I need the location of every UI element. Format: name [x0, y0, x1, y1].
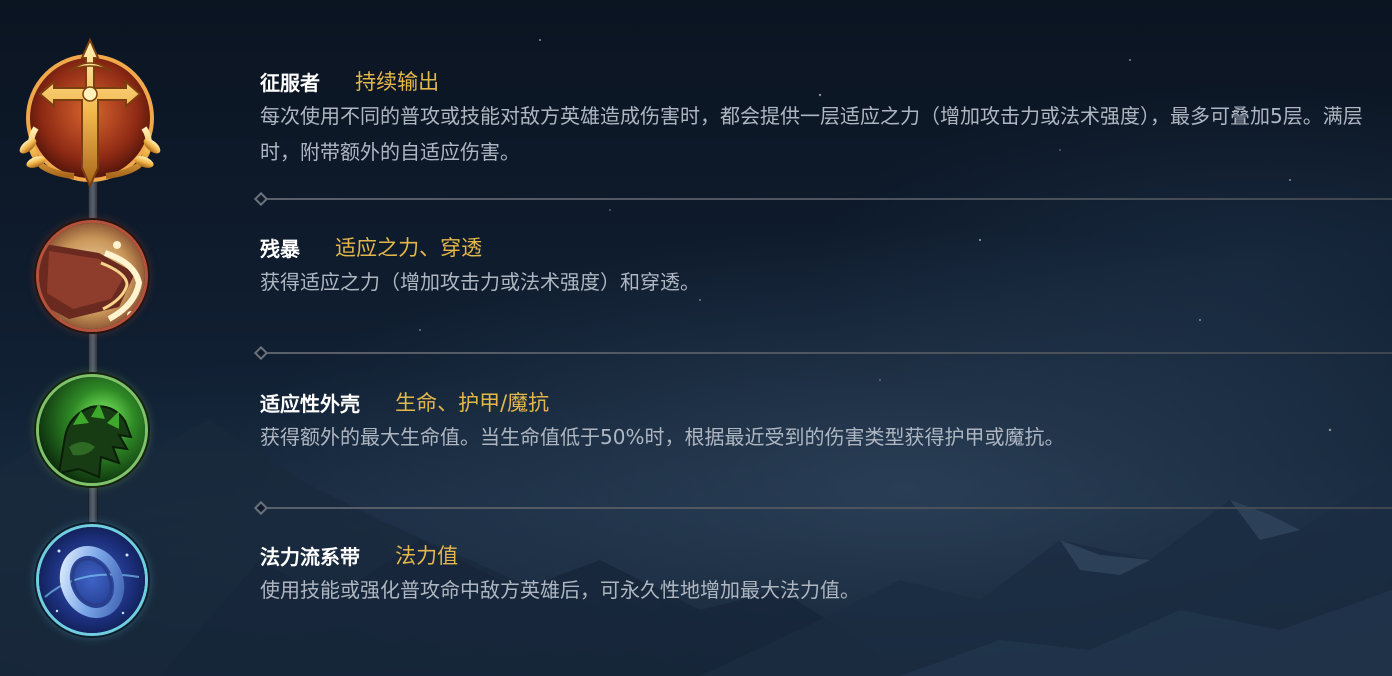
- divider: [260, 198, 1392, 200]
- rune-panel: 征服者 持续输出 每次使用不同的普攻或技能对敌方英雄造成伤害时，都会提供一层适应…: [0, 0, 1392, 676]
- rune-description: 获得额外的最大生命值。当生命值低于50%时，根据最近受到的伤害类型获得护甲或魔抗…: [260, 425, 1065, 449]
- adaptive-shell-icon[interactable]: [36, 374, 148, 486]
- rune-name: 适应性外壳: [260, 391, 360, 416]
- conqueror-icon[interactable]: [14, 36, 166, 188]
- divider: [260, 352, 1392, 354]
- rune-description: 使用技能或强化普攻命中敌方英雄后，可永久性地增加最大法力值。: [260, 578, 860, 602]
- divider: [260, 507, 1392, 509]
- mana-band-icon[interactable]: [36, 524, 148, 636]
- rune-tag: 法力值: [395, 544, 459, 568]
- rune-name: 法力流系带: [260, 544, 360, 569]
- rune-path-spine: [88, 120, 98, 590]
- rune-tag: 持续输出: [355, 70, 440, 94]
- rune-entry-conqueror: 征服者 持续输出 每次使用不同的普攻或技能对敌方英雄造成伤害时，都会提供一层适应…: [260, 66, 1385, 170]
- rune-tag: 适应之力、穿透: [335, 236, 483, 260]
- rune-entry-adaptive-shell: 适应性外壳 生命、护甲/魔抗 获得额外的最大生命值。当生命值低于50%时，根据最…: [260, 387, 1385, 455]
- rune-name: 残暴: [260, 236, 300, 261]
- rune-tag: 生命、护甲/魔抗: [395, 391, 550, 415]
- rune-description: 每次使用不同的普攻或技能对敌方英雄造成伤害时，都会提供一层适应之力（增加攻击力或…: [260, 104, 1363, 164]
- rune-entry-brutal: 残暴 适应之力、穿透 获得适应之力（增加攻击力或法术强度）和穿透。: [260, 232, 1385, 300]
- brutal-claw-icon[interactable]: [36, 220, 148, 332]
- rune-description: 获得适应之力（增加攻击力或法术强度）和穿透。: [260, 270, 700, 294]
- rune-entry-manaflow-band: 法力流系带 法力值 使用技能或强化普攻命中敌方英雄后，可永久性地增加最大法力值。: [260, 540, 1385, 608]
- rune-name: 征服者: [260, 70, 320, 95]
